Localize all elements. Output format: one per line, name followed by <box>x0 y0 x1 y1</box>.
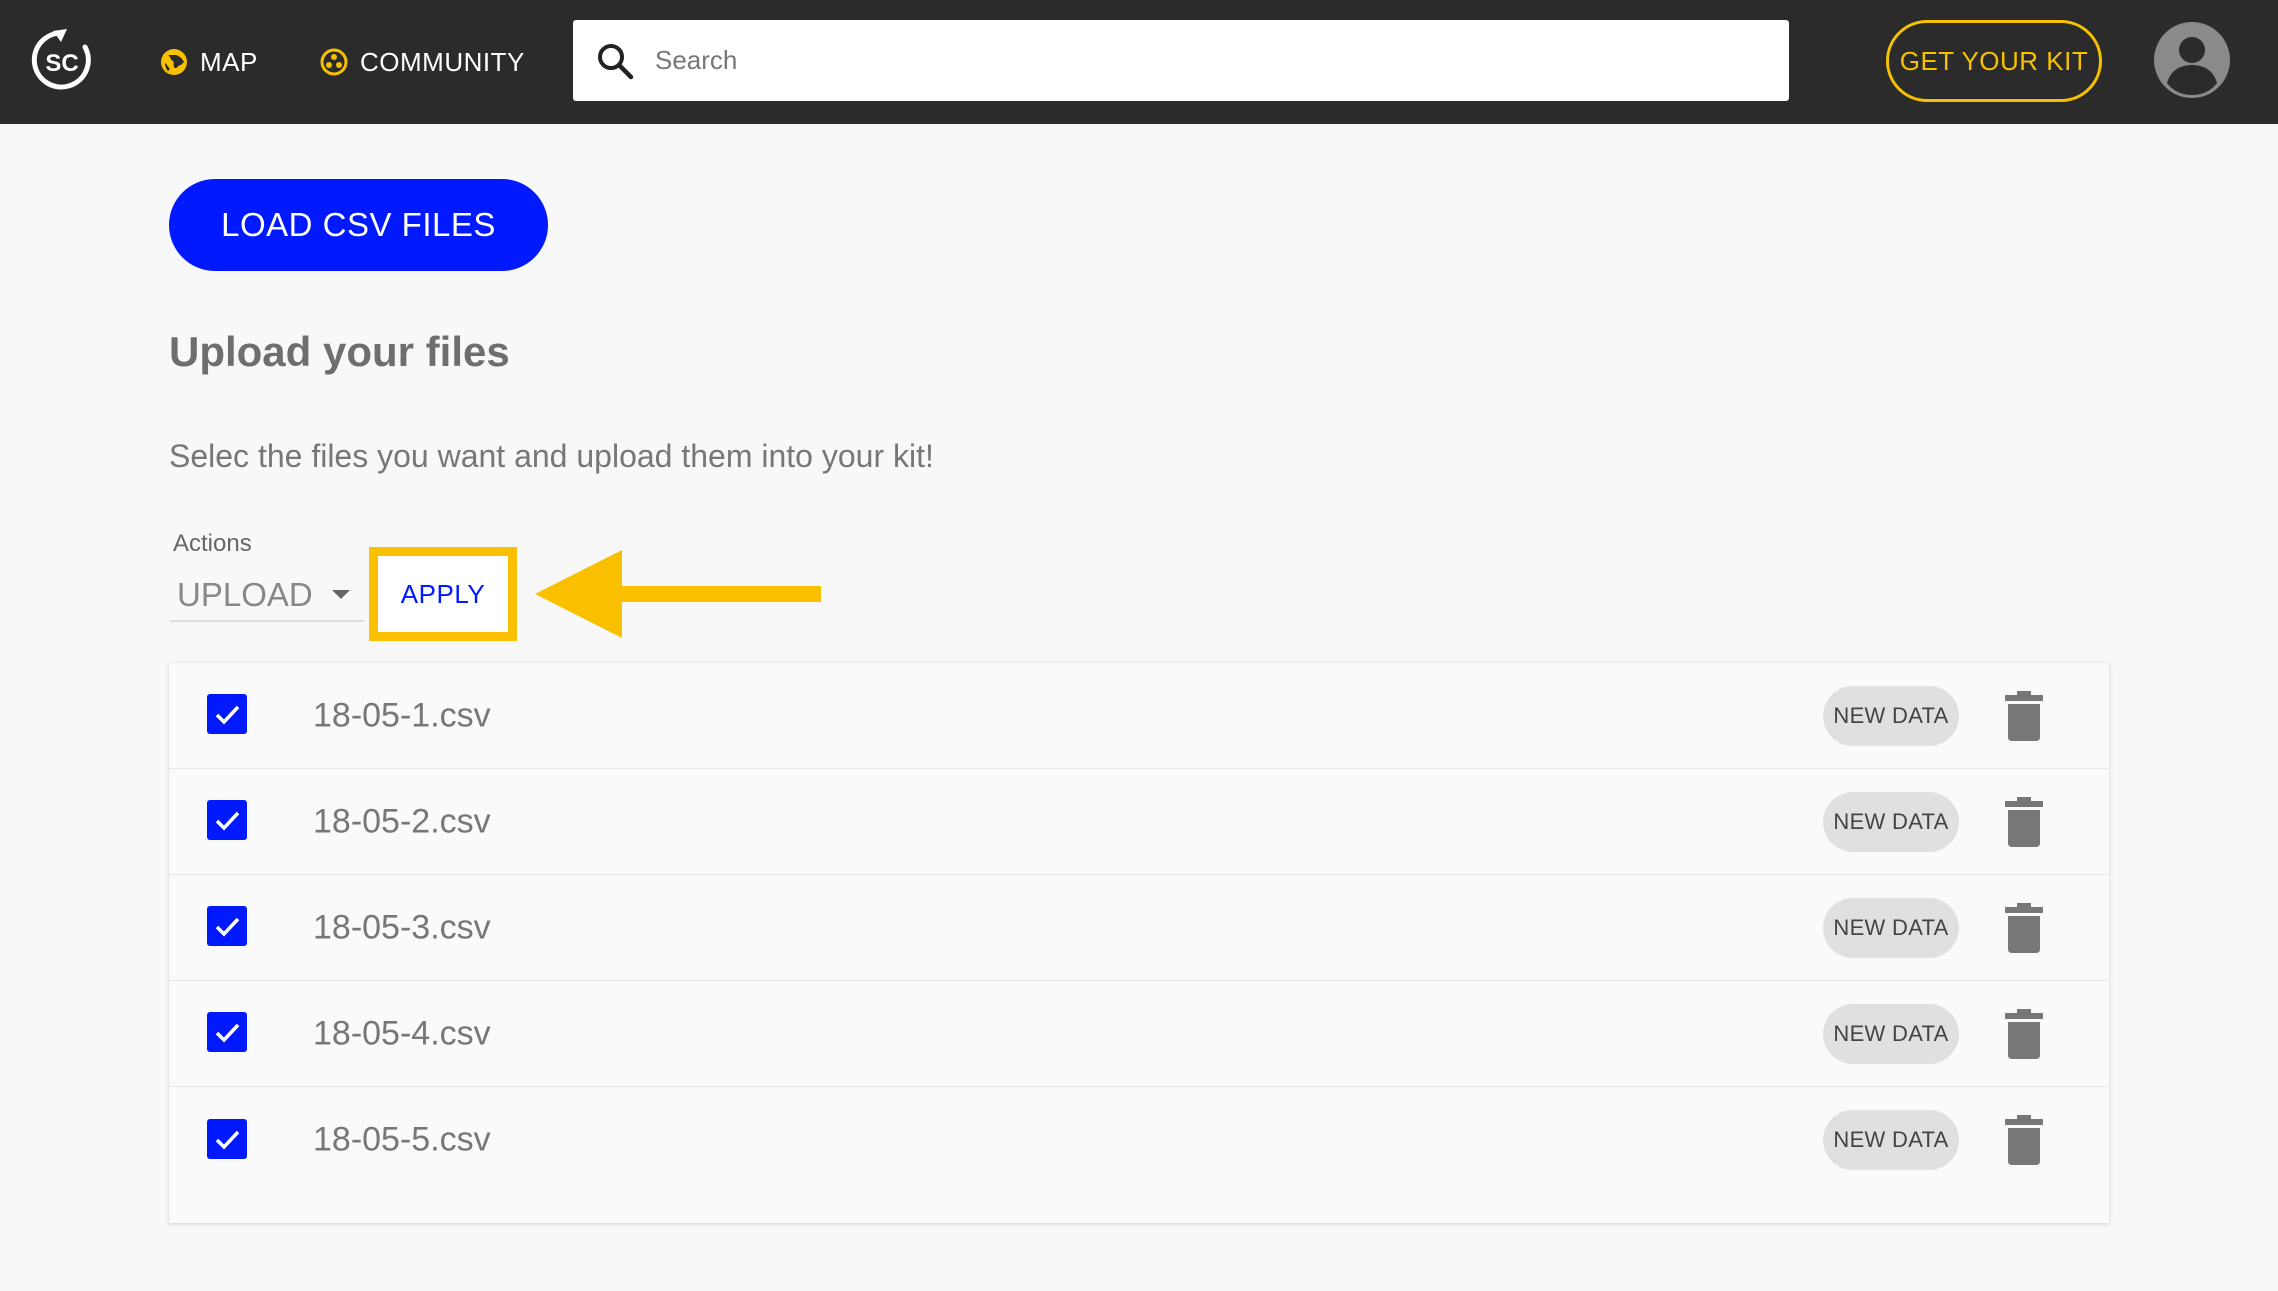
user-avatar-icon[interactable] <box>2153 21 2231 99</box>
checkmark-icon <box>215 1024 240 1043</box>
new-data-badge: NEW DATA <box>1823 1110 1959 1170</box>
checkmark-icon <box>215 918 240 937</box>
trash-icon[interactable] <box>2005 902 2043 953</box>
file-row: 18-05-3.csv NEW DATA <box>169 875 2109 981</box>
top-navigation-bar: SC MAP COMMUNITY GET YOUR KIT <box>0 0 2278 124</box>
file-name: 18-05-3.csv <box>313 908 491 946</box>
logo-text: SC <box>45 50 78 77</box>
file-name: 18-05-1.csv <box>313 696 491 734</box>
nav-community-label: COMMUNITY <box>360 46 525 77</box>
new-data-badge: NEW DATA <box>1823 1003 1959 1064</box>
community-icon <box>320 48 348 76</box>
nav-community[interactable]: COMMUNITY <box>320 40 525 84</box>
file-checkbox[interactable] <box>207 1012 247 1053</box>
page-subtitle: Selec the files you want and upload them… <box>169 438 934 474</box>
file-checkbox[interactable] <box>207 1118 247 1159</box>
get-your-kit-button[interactable]: GET YOUR KIT <box>1886 20 2102 102</box>
file-checkbox[interactable] <box>207 906 247 947</box>
search-input[interactable] <box>653 44 1757 77</box>
checkmark-icon <box>215 812 240 831</box>
new-data-badge: NEW DATA <box>1823 791 1959 852</box>
new-data-badge: NEW DATA <box>1823 685 1959 746</box>
trash-icon[interactable] <box>2005 1008 2043 1059</box>
file-row: 18-05-5.csv NEW DATA <box>169 1087 2109 1193</box>
new-data-badge: NEW DATA <box>1823 897 1959 958</box>
file-name: 18-05-4.csv <box>313 1014 491 1052</box>
nav-map-label: MAP <box>200 46 258 77</box>
search-icon <box>593 39 637 83</box>
checkmark-icon <box>215 1130 240 1150</box>
file-row: 18-05-1.csv NEW DATA <box>169 663 2109 769</box>
trash-icon[interactable] <box>2005 796 2043 847</box>
actions-label: Actions <box>173 530 252 557</box>
file-checkbox[interactable] <box>207 800 247 841</box>
page-title: Upload your files <box>169 328 510 375</box>
file-checkbox[interactable] <box>207 694 247 735</box>
file-name: 18-05-2.csv <box>313 802 491 840</box>
trash-icon[interactable] <box>2005 1115 2043 1165</box>
file-name: 18-05-5.csv <box>313 1120 491 1159</box>
trash-icon[interactable] <box>2005 690 2043 741</box>
file-row: 18-05-2.csv NEW DATA <box>169 769 2109 875</box>
checkmark-icon <box>215 706 240 725</box>
globe-icon <box>161 49 187 75</box>
file-row: 18-05-4.csv NEW DATA <box>169 981 2109 1087</box>
load-csv-files-button[interactable]: LOAD CSV FILES <box>169 179 548 271</box>
search-bar[interactable] <box>573 20 1789 101</box>
apply-button[interactable]: APPLY <box>378 556 508 632</box>
actions-dropdown[interactable]: UPLOAD <box>170 570 364 622</box>
actions-selected-value: UPLOAD <box>177 576 313 613</box>
nav-map[interactable]: MAP <box>160 40 258 84</box>
chevron-down-icon <box>332 590 350 599</box>
file-list: 18-05-1.csv NEW DATA 18-05-2.csv NEW DAT… <box>169 663 2109 1223</box>
smart-citizen-logo-icon[interactable]: SC <box>31 29 93 91</box>
left-arrow-icon <box>535 550 821 638</box>
